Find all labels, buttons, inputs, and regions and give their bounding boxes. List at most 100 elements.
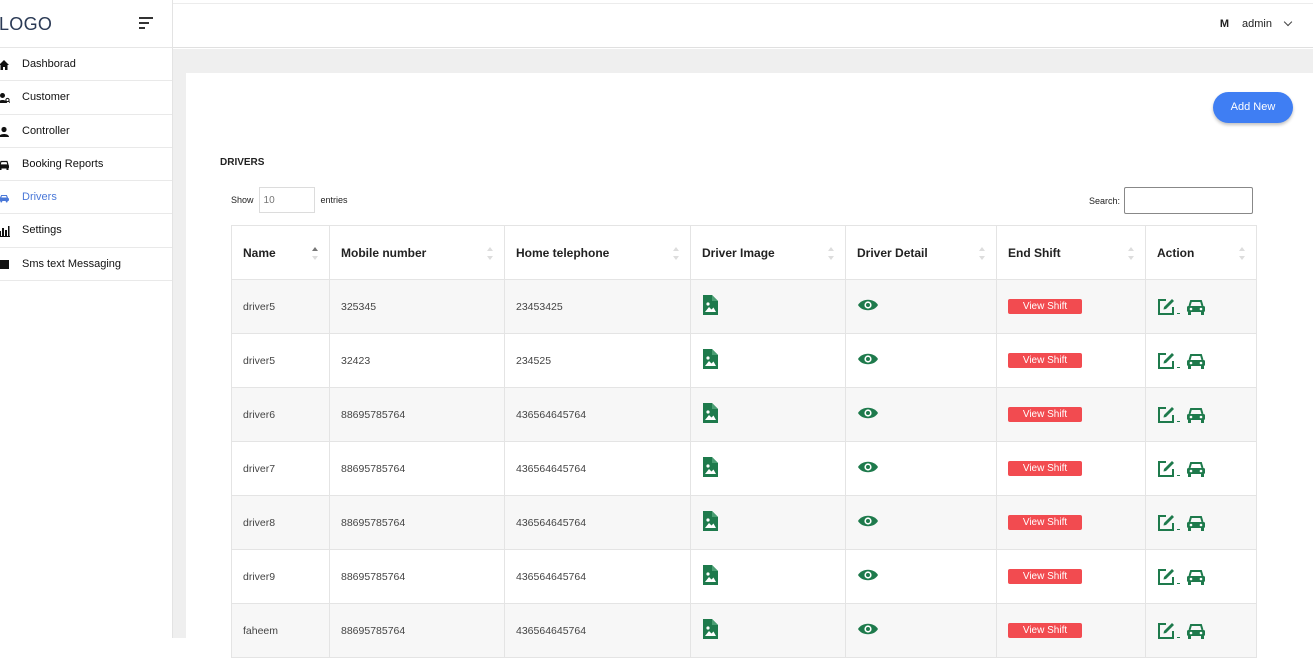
- cell-driver-detail: [845, 387, 997, 442]
- cell-end-shift: View Shift: [996, 549, 1146, 604]
- search-input[interactable]: [1124, 187, 1254, 214]
- eye-icon[interactable]: [857, 622, 879, 636]
- edit-icon[interactable]: [1157, 622, 1175, 640]
- view-shift-button[interactable]: View Shift: [1008, 461, 1082, 476]
- user-search-icon: [0, 93, 10, 104]
- column-header-action[interactable]: Action: [1145, 225, 1257, 280]
- car-icon[interactable]: [1186, 569, 1206, 585]
- car-icon[interactable]: [1186, 623, 1206, 639]
- edit-icon[interactable]: [1157, 514, 1175, 532]
- edit-icon[interactable]: [1157, 406, 1175, 424]
- view-shift-button[interactable]: View Shift: [1008, 407, 1082, 422]
- image-file-icon[interactable]: [702, 511, 718, 531]
- table-header-row: Name Mobile number Home telephone Driver…: [231, 225, 1257, 280]
- car-icon[interactable]: [1186, 353, 1206, 369]
- eye-icon[interactable]: [857, 568, 879, 582]
- view-shift-button[interactable]: View Shift: [1008, 353, 1082, 368]
- view-shift-button[interactable]: View Shift: [1008, 623, 1082, 638]
- cell-end-shift: View Shift: [996, 603, 1146, 658]
- cell-name: driver5: [231, 333, 330, 388]
- edit-icon[interactable]: [1157, 460, 1175, 478]
- image-file-icon[interactable]: [702, 295, 718, 315]
- cell-home-telephone: 436564645764: [504, 495, 691, 550]
- cell-driver-image: [690, 441, 846, 496]
- eye-icon[interactable]: [857, 514, 879, 528]
- cell-end-shift: View Shift: [996, 387, 1146, 442]
- cell-driver-detail: [845, 549, 997, 604]
- view-shift-button[interactable]: View Shift: [1008, 569, 1082, 584]
- chart-icon: [0, 226, 10, 238]
- sidebar-item-label: Customer: [22, 91, 70, 104]
- cell-mobile: 32423: [329, 333, 505, 388]
- view-shift-button[interactable]: View Shift: [1008, 515, 1082, 530]
- edit-icon[interactable]: [1157, 298, 1175, 316]
- eye-icon[interactable]: [857, 406, 879, 420]
- car-icon: [0, 160, 9, 170]
- link-underline: [1177, 636, 1180, 638]
- car-icon[interactable]: [1186, 299, 1206, 315]
- sidebar-item-drivers[interactable]: Drivers: [0, 181, 172, 215]
- drivers-table: Name Mobile number Home telephone Driver…: [231, 225, 1257, 658]
- home-icon: [0, 60, 9, 70]
- image-file-icon[interactable]: [702, 403, 718, 423]
- cell-end-shift: View Shift: [996, 441, 1146, 496]
- image-file-icon[interactable]: [702, 457, 718, 477]
- eye-icon[interactable]: [857, 298, 879, 312]
- cell-mobile: 88695785764: [329, 441, 505, 496]
- link-underline: [1177, 582, 1180, 584]
- sort-icon: [672, 245, 680, 265]
- sort-icon: [1127, 245, 1135, 265]
- user-menu[interactable]: M admin: [1220, 17, 1293, 30]
- car-icon[interactable]: [1186, 407, 1206, 423]
- cell-driver-image: [690, 603, 846, 658]
- cell-driver-image: [690, 279, 846, 334]
- sidebar-item-controller[interactable]: Controller: [0, 115, 172, 148]
- cell-name: driver5: [231, 279, 330, 334]
- edit-icon[interactable]: [1157, 352, 1175, 370]
- column-header-driver-detail[interactable]: Driver Detail: [845, 225, 997, 280]
- link-underline: [1177, 366, 1180, 368]
- column-header-mobile[interactable]: Mobile number: [329, 225, 505, 280]
- add-new-button[interactable]: Add New: [1213, 92, 1293, 123]
- column-header-end-shift[interactable]: End Shift: [996, 225, 1146, 280]
- cell-name: driver6: [231, 387, 330, 442]
- image-file-icon[interactable]: [702, 619, 718, 639]
- table-row: driver7 88695785764 436564645764 View Sh…: [231, 441, 1257, 496]
- image-file-icon[interactable]: [702, 565, 718, 585]
- sidebar-item-booking-reports[interactable]: Booking Reports: [0, 148, 172, 182]
- cell-home-telephone: 436564645764: [504, 603, 691, 658]
- eye-icon[interactable]: [857, 460, 879, 474]
- sort-icon: [978, 245, 986, 265]
- cell-driver-image: [690, 333, 846, 388]
- image-file-icon[interactable]: [702, 349, 718, 369]
- link-underline: [1177, 312, 1180, 314]
- car-icon[interactable]: [1186, 515, 1206, 531]
- link-underline: [1177, 528, 1180, 530]
- user-icon: [0, 126, 9, 137]
- sidebar-item-customer[interactable]: Customer: [0, 81, 172, 115]
- chevron-down-icon: [1283, 17, 1293, 27]
- column-header-home-telephone[interactable]: Home telephone: [504, 225, 691, 280]
- sidebar-item-label: Controller: [22, 124, 70, 137]
- cell-driver-image: [690, 549, 846, 604]
- logo-bar: LOGO: [0, 0, 172, 48]
- cell-mobile: 88695785764: [329, 549, 505, 604]
- user-name: admin: [1242, 18, 1272, 30]
- cell-mobile: 325345: [329, 279, 505, 334]
- sidebar-item-settings[interactable]: Settings: [0, 214, 172, 248]
- view-shift-button[interactable]: View Shift: [1008, 299, 1082, 314]
- link-underline: [1177, 474, 1180, 476]
- column-header-name[interactable]: Name: [231, 225, 330, 280]
- car-icon[interactable]: [1186, 461, 1206, 477]
- sidebar-item-label: Dashborad: [22, 58, 76, 70]
- square-icon: [0, 259, 9, 269]
- cell-end-shift: View Shift: [996, 495, 1146, 550]
- entries-select[interactable]: [258, 187, 315, 213]
- sidebar-item-sms-messaging[interactable]: Sms text Messaging: [0, 248, 172, 282]
- column-header-driver-image[interactable]: Driver Image: [690, 225, 846, 280]
- edit-icon[interactable]: [1157, 568, 1175, 586]
- eye-icon[interactable]: [857, 352, 879, 366]
- menu-toggle-icon[interactable]: [139, 17, 153, 29]
- cell-name: faheem: [231, 603, 330, 658]
- sidebar-item-dashboard[interactable]: Dashborad: [0, 48, 172, 82]
